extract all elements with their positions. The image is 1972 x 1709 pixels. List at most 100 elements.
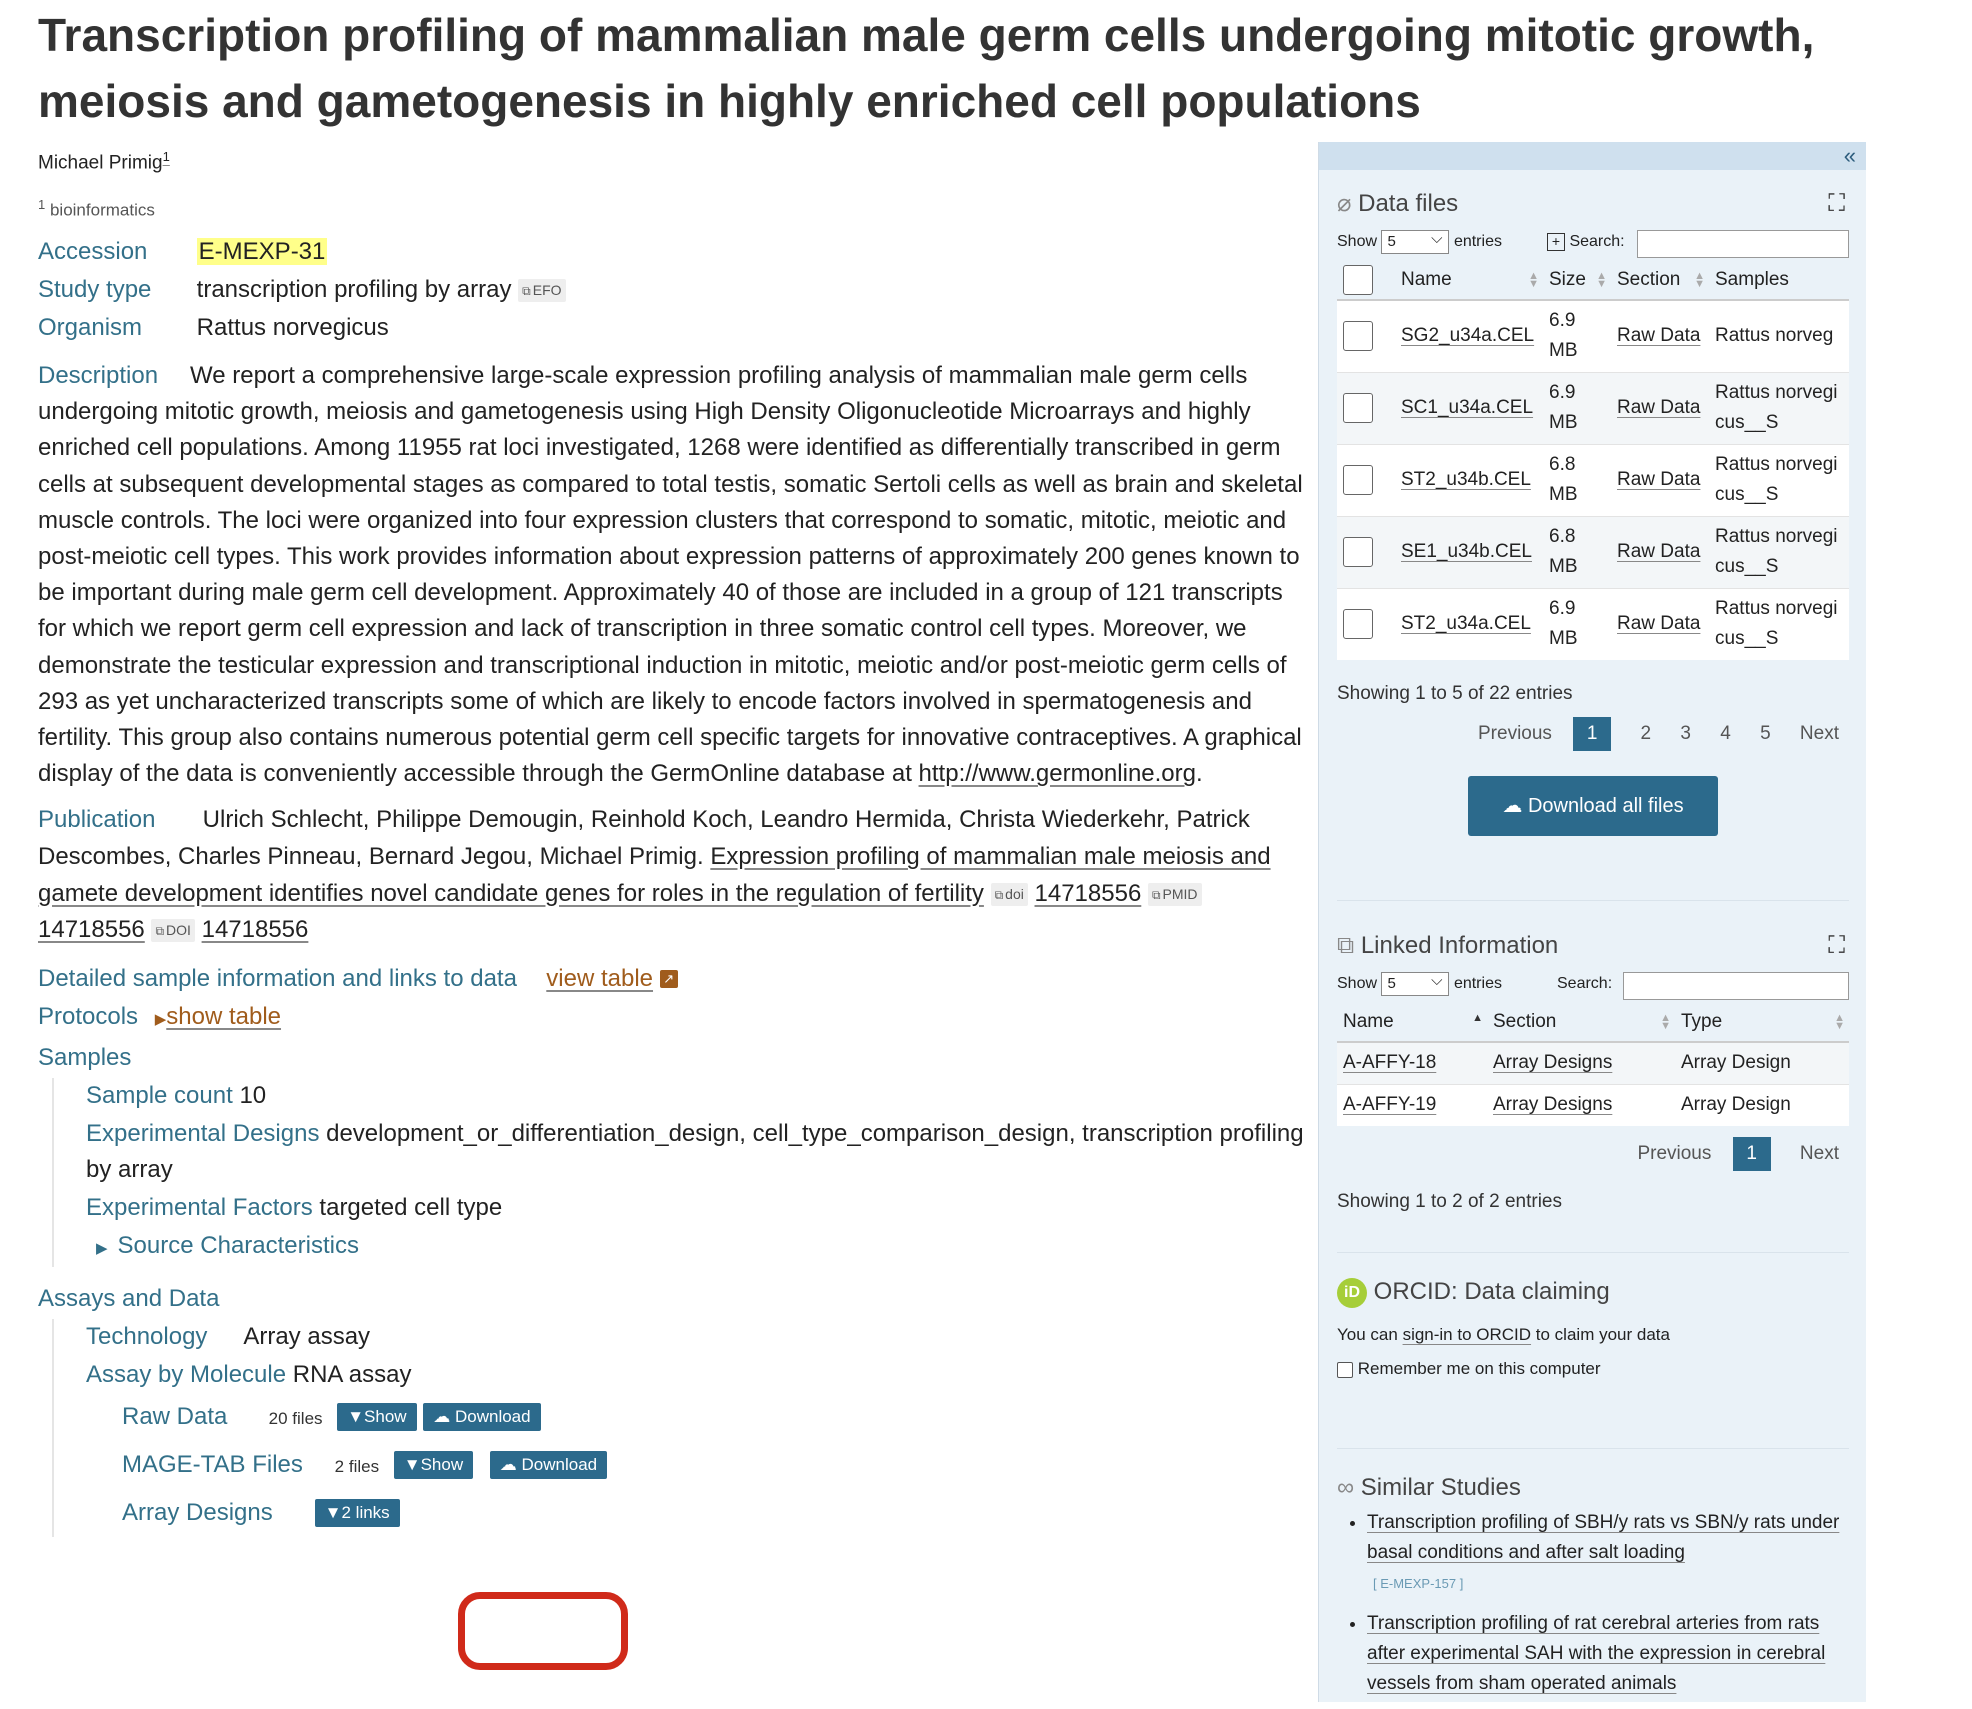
collapse-sidebar-icon[interactable]: « — [1844, 142, 1856, 170]
entries-select[interactable]: 5 — [1381, 228, 1450, 254]
remember-checkbox[interactable] — [1337, 1361, 1353, 1378]
select-all-checkbox[interactable] — [1343, 264, 1373, 295]
column-header-samples[interactable]: Samples — [1709, 260, 1849, 301]
download-all-wrap: ☁ Download all files — [1337, 776, 1849, 836]
linked-info-search-input[interactable] — [1623, 972, 1849, 1000]
similar-studies-header: ∞ Similar Studies — [1337, 1468, 1849, 1508]
file-name[interactable]: SG2_u34a.CEL — [1395, 299, 1543, 372]
panel-divider — [1337, 1448, 1849, 1449]
file-section[interactable]: Raw Data — [1611, 299, 1709, 372]
column-header-name[interactable]: Name ▲ ▼ — [1395, 260, 1543, 301]
expand-icon[interactable]: ⛶ — [1828, 926, 1845, 966]
search-area: + Search: — [1547, 224, 1625, 260]
file-name[interactable]: SE1_u34b.CEL — [1395, 515, 1543, 588]
doi-tag[interactable]: ⧉ doi — [990, 882, 1028, 906]
linked-info-controls: Show 5 entries Search: — [1337, 966, 1849, 1002]
file-samples: Rattus norvegicus__S — [1709, 371, 1849, 444]
author-sup[interactable]: 1 — [163, 149, 170, 164]
file-name[interactable]: ST2_u34b.CEL — [1395, 443, 1543, 516]
array-designs-links-button[interactable]: ▼2 links — [314, 1499, 400, 1528]
pager-next[interactable]: Next — [1800, 723, 1839, 744]
orcid-signin-link[interactable]: sign-in to ORCID — [1403, 1325, 1531, 1344]
entries-select-value: 5 — [1387, 974, 1396, 992]
row-checkbox[interactable] — [1343, 464, 1373, 495]
table-row: A-AFFY-19 Array Designs Array Design — [1337, 1083, 1849, 1126]
pager-previous[interactable]: Previous — [1637, 1143, 1711, 1164]
pager-page-current[interactable]: 1 — [1732, 1137, 1771, 1171]
linked-name[interactable]: A-AFFY-19 — [1337, 1083, 1487, 1126]
raw-data-show-button[interactable]: ▼Show — [337, 1403, 417, 1432]
column-header-section[interactable]: Section ▲ ▼ — [1611, 260, 1709, 301]
sort-icon: ▲ ▼ — [1660, 1012, 1671, 1032]
pager-page[interactable]: 2 — [1640, 723, 1651, 744]
orcid-text-pre: You can — [1337, 1325, 1398, 1344]
pager-next[interactable]: Next — [1800, 1143, 1839, 1164]
efo-tag[interactable]: ⧉ EFO — [518, 279, 566, 303]
column-header-section[interactable]: Section ▲ ▼ — [1487, 1002, 1675, 1043]
entries-select[interactable]: 5 — [1381, 970, 1450, 996]
pager-page-current[interactable]: 1 — [1573, 717, 1612, 751]
doi2-tag[interactable]: ⧉ DOI — [151, 919, 195, 943]
pager-page[interactable]: 5 — [1760, 723, 1771, 744]
pager-page[interactable]: 3 — [1680, 723, 1691, 744]
view-table-link[interactable]: view table — [546, 965, 653, 992]
column-header-type[interactable]: Type ▲ ▼ — [1675, 1002, 1849, 1043]
expand-icon[interactable]: ⛶ — [1828, 184, 1845, 224]
linked-section[interactable]: Array Designs — [1487, 1083, 1675, 1126]
samples-heading: Samples — [38, 1040, 1308, 1076]
pager-previous[interactable]: Previous — [1478, 723, 1552, 744]
open-external-icon[interactable]: ↗ — [659, 970, 678, 989]
pmid-tag-label: PMID — [1162, 885, 1198, 902]
select-all-header — [1337, 260, 1395, 301]
pager-page[interactable]: 4 — [1720, 723, 1731, 744]
remember-row: Remember me on this computer — [1337, 1352, 1849, 1386]
row-checkbox[interactable] — [1343, 392, 1373, 423]
highlight-ring — [458, 1592, 628, 1670]
source-characteristics-label[interactable]: Source Characteristics — [118, 1228, 359, 1264]
file-samples: Rattus norvegicus__S — [1709, 443, 1849, 516]
affiliation-text: bioinformatics — [49, 200, 155, 220]
magetab-download-button[interactable]: ☁ Download — [489, 1451, 608, 1480]
doi2-id-link[interactable]: 14718556 — [202, 916, 309, 943]
file-section[interactable]: Raw Data — [1611, 587, 1709, 660]
array-designs-row: Array Designs ▼2 links — [122, 1489, 1308, 1537]
add-column-icon[interactable]: + — [1547, 232, 1565, 251]
show-table-link[interactable]: show table — [166, 1003, 281, 1030]
file-name[interactable]: SC1_u34a.CEL — [1395, 371, 1543, 444]
file-name[interactable]: ST2_u34a.CEL — [1395, 587, 1543, 660]
sort-icon: ▲ ▼ — [1834, 1012, 1845, 1032]
file-section[interactable]: Raw Data — [1611, 443, 1709, 516]
orcid-panel: iD ORCID: Data claiming You can sign-in … — [1337, 1272, 1849, 1386]
column-header-size[interactable]: Size ▲ ▼ — [1543, 260, 1611, 301]
external-link-icon: ⧉ — [155, 924, 165, 939]
remember-label[interactable]: Remember me on this computer — [1358, 1359, 1601, 1378]
download-all-button[interactable]: ☁ Download all files — [1468, 776, 1718, 836]
germonline-link[interactable]: http://www.germonline.org — [919, 760, 1196, 787]
row-checkbox[interactable] — [1343, 321, 1373, 352]
column-header-name[interactable]: Name ▲ — [1337, 1002, 1487, 1043]
doi-id-link[interactable]: 14718556 — [1035, 880, 1142, 907]
table-header-row: Name ▲ ▼ Size ▲ ▼ Section ▲ ▼ Samples — [1337, 260, 1849, 301]
pmid-tag[interactable]: ⧉ PMID — [1147, 882, 1202, 906]
doi-tag-label: doi — [1005, 885, 1024, 902]
caret-right-icon[interactable]: ▶ — [155, 1011, 167, 1028]
similar-study-accession[interactable]: [ E-MEXP-157 ] — [1373, 1576, 1463, 1591]
pmid-id-link[interactable]: 14718556 — [38, 916, 145, 943]
file-section[interactable]: Raw Data — [1611, 371, 1709, 444]
linked-section[interactable]: Array Designs — [1487, 1041, 1675, 1084]
orcid-text: You can sign-in to ORCID to claim your d… — [1337, 1318, 1849, 1352]
raw-data-download-button[interactable]: ☁ Download — [423, 1403, 541, 1432]
similar-study-link[interactable]: Transcription profiling of SBH/y rats vs… — [1367, 1512, 1839, 1563]
linked-name[interactable]: A-AFFY-18 — [1337, 1041, 1487, 1084]
row-checkbox[interactable] — [1343, 609, 1373, 640]
author-name[interactable]: Michael Primig — [38, 152, 163, 173]
raw-data-row: Raw Data 20 files ▼Show ☁ Download — [122, 1393, 1308, 1441]
magetab-show-button[interactable]: ▼Show — [393, 1451, 474, 1480]
caret-right-icon[interactable]: ▶ — [96, 1240, 108, 1257]
file-section[interactable]: Raw Data — [1611, 515, 1709, 588]
similar-study-link[interactable]: Transcription profiling of rat cerebral … — [1367, 1613, 1825, 1694]
orcid-header: iD ORCID: Data claiming — [1337, 1272, 1849, 1312]
row-checkbox[interactable] — [1343, 536, 1373, 567]
data-files-search-input[interactable] — [1637, 230, 1849, 258]
source-characteristics-row[interactable]: ▶ Source Characteristics — [86, 1228, 1308, 1267]
